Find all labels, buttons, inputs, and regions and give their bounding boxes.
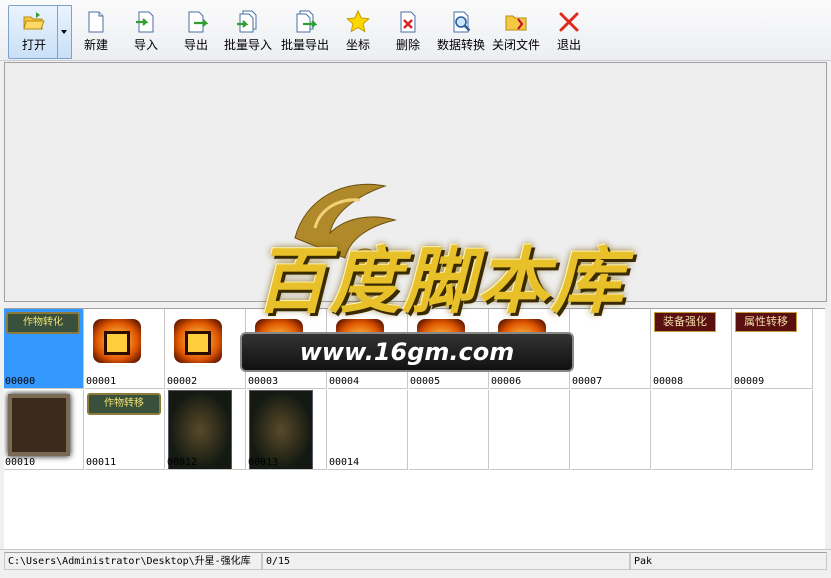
fire-frame-thumbnail xyxy=(174,319,222,363)
thumbnail-cell[interactable]: 00005 xyxy=(409,309,489,389)
fire-frame-thumbnail xyxy=(93,319,141,363)
tag-thumbnail: 装备强化 xyxy=(654,312,716,332)
folder-open-icon xyxy=(23,12,45,30)
delete-label: 删除 xyxy=(395,38,420,52)
cell-id: 00004 xyxy=(329,376,360,387)
status-bar: C:\Users\Administrator\Desktop\升星-强化库 0/… xyxy=(0,549,831,578)
close-icon xyxy=(559,12,579,32)
open-label: 打开 xyxy=(21,38,46,52)
folder-close-icon xyxy=(505,15,527,31)
thumbnail-cell[interactable]: 作物转化 00000 xyxy=(4,309,84,389)
frame-thumbnail xyxy=(8,394,70,456)
open-dropdown-button[interactable] xyxy=(57,5,72,59)
banner-text: 作物转化 xyxy=(23,317,63,328)
thumbnail-cell[interactable]: 00010 xyxy=(4,390,84,470)
thumbnail-cell[interactable]: 00013 xyxy=(247,390,327,470)
cell-id: 00003 xyxy=(248,376,279,387)
batch-import-button[interactable]: 批量导入 xyxy=(222,6,274,58)
cell-id: 00008 xyxy=(653,376,684,387)
chevron-down-icon xyxy=(61,30,67,34)
thumbnail-cell[interactable]: 00006 xyxy=(490,309,570,389)
cell-id: 00000 xyxy=(5,376,36,387)
fire-frame-thumbnail xyxy=(417,319,465,363)
exit-button[interactable]: 退出 xyxy=(553,6,585,58)
close-file-label: 关闭文件 xyxy=(491,38,540,52)
status-count: 0/15 xyxy=(262,552,630,570)
thumbnail-cell[interactable]: 00002 xyxy=(166,309,246,389)
import-icon xyxy=(136,11,154,33)
thumbnail-cell[interactable]: 属性转移 00009 xyxy=(733,309,813,389)
cell-id: 00012 xyxy=(167,457,198,468)
thumbnail-cell[interactable]: 00007 xyxy=(571,309,651,389)
import-button[interactable]: 导入 xyxy=(130,6,162,58)
thumbnail-grid: 作物转化 00000 00001 00002 00003 00004 00005… xyxy=(4,308,825,549)
batch-export-icon xyxy=(296,10,317,33)
cell-id: 00005 xyxy=(410,376,441,387)
coordinate-button[interactable]: 坐标 xyxy=(342,6,374,58)
cell-id: 00010 xyxy=(5,457,36,468)
batch-import-label: 批量导入 xyxy=(223,38,272,52)
fire-frame-thumbnail xyxy=(498,319,546,363)
fire-frame-thumbnail xyxy=(255,319,303,363)
cell-id: 00011 xyxy=(86,457,117,468)
thumbnail-cell[interactable]: 00012 xyxy=(166,390,246,470)
cell-id: 00013 xyxy=(248,457,279,468)
empty-cell xyxy=(571,390,651,470)
data-convert-label: 数据转换 xyxy=(436,38,485,52)
new-button[interactable]: 新建 xyxy=(80,6,112,58)
empty-cell xyxy=(490,390,570,470)
cell-id: 00006 xyxy=(491,376,522,387)
cell-id: 00002 xyxy=(167,376,198,387)
banner-text: 作物转移 xyxy=(104,398,144,409)
new-file-icon xyxy=(88,11,104,33)
thumbnail-cell[interactable]: 00003 xyxy=(247,309,327,389)
thumbnail-cell[interactable]: 作物转移 00011 xyxy=(85,390,165,470)
cell-id: 00014 xyxy=(329,457,360,468)
export-button[interactable]: 导出 xyxy=(180,6,212,58)
star-icon xyxy=(346,10,370,33)
thumbnail-cell[interactable]: 00014 xyxy=(328,390,408,470)
status-path: C:\Users\Administrator\Desktop\升星-强化库 xyxy=(4,552,262,570)
cell-id: 00001 xyxy=(86,376,117,387)
delete-button[interactable]: 删除 xyxy=(392,6,424,58)
thumbnail-cell[interactable]: 00004 xyxy=(328,309,408,389)
open-button[interactable]: 打开 xyxy=(8,5,60,59)
image-preview-pane xyxy=(4,62,827,302)
cell-id: 00007 xyxy=(572,376,603,387)
empty-cell xyxy=(652,390,732,470)
thumbnail-cell[interactable]: 装备强化 00008 xyxy=(652,309,732,389)
banner-thumbnail: 作物转移 xyxy=(87,393,161,415)
close-file-button[interactable]: 关闭文件 xyxy=(490,6,542,58)
status-type: Pak xyxy=(630,552,827,570)
empty-cell xyxy=(409,390,489,470)
empty-cell xyxy=(733,390,813,470)
exit-label: 退出 xyxy=(556,38,581,52)
batch-export-button[interactable]: 批量导出 xyxy=(278,6,332,58)
batch-import-icon xyxy=(237,10,257,33)
magnifier-icon xyxy=(453,11,471,33)
thumbnail-cell[interactable]: 00001 xyxy=(85,309,165,389)
coordinate-label: 坐标 xyxy=(345,38,370,52)
tag-thumbnail: 属性转移 xyxy=(735,312,797,332)
dragon-ornament-image xyxy=(294,183,397,278)
export-icon xyxy=(188,11,208,33)
delete-icon xyxy=(400,11,416,33)
banner-thumbnail: 作物转化 xyxy=(6,312,80,334)
new-label: 新建 xyxy=(83,38,108,52)
cell-id: 00009 xyxy=(734,376,765,387)
fire-frame-thumbnail xyxy=(336,319,384,363)
toolbar: 打开 新建 导入 导出 批量导入 批量导出 坐标 删除 数据转换 关闭文件 退出 xyxy=(0,0,831,61)
export-label: 导出 xyxy=(183,38,208,52)
batch-export-label: 批量导出 xyxy=(280,38,329,52)
import-label: 导入 xyxy=(133,38,158,52)
data-convert-button[interactable]: 数据转换 xyxy=(434,6,488,58)
